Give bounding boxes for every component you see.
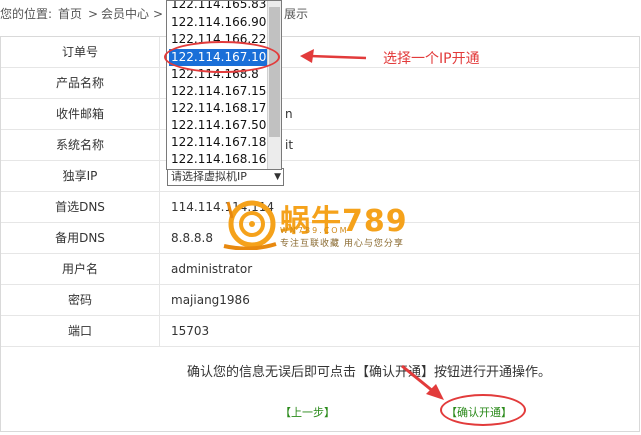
dns2-label: 备用DNS bbox=[1, 223, 160, 253]
ip-option[interactable]: 122.114.166.90 bbox=[171, 14, 267, 31]
user-value: administrator bbox=[171, 262, 253, 276]
system-value: it bbox=[285, 138, 294, 152]
dropdown-scrollbar[interactable] bbox=[267, 1, 281, 169]
ip-option[interactable]: 122.114.168.160 bbox=[171, 151, 274, 168]
ip-label: 独享IP bbox=[1, 161, 160, 191]
ip-select-value: 请选择虚拟机IP bbox=[171, 170, 247, 183]
breadcrumb-page-tail: 展示 bbox=[284, 7, 309, 21]
ip-option[interactable]: 122.114.168.173 bbox=[171, 100, 274, 117]
scrollbar-thumb[interactable] bbox=[269, 7, 280, 137]
user-label: 用户名 bbox=[1, 254, 160, 284]
port-value: 15703 bbox=[171, 324, 210, 338]
row-user: 用户名 administrator bbox=[1, 254, 639, 285]
watermark-logo: 蜗牛789 WN789.COM 专注互联收藏 用心与您分享 bbox=[220, 196, 440, 252]
watermark-domain: WN789.COM bbox=[280, 226, 349, 235]
ip-dropdown-list[interactable]: 122.114.165.83 122.114.166.90 122.114.16… bbox=[166, 0, 282, 170]
ip-option[interactable]: 122.114.165.83 bbox=[171, 1, 267, 13]
snail-icon bbox=[223, 200, 277, 250]
row-port: 端口 15703 bbox=[1, 316, 639, 347]
password-value: majiang1986 bbox=[171, 293, 250, 307]
row-product: 产品名称 bbox=[1, 68, 639, 99]
chevron-down-icon[interactable]: ▼ bbox=[274, 169, 281, 185]
watermark-slogan: 专注互联收藏 用心与您分享 bbox=[280, 239, 404, 249]
confirm-button-highlight-oval bbox=[440, 394, 526, 426]
dns1-label: 首选DNS bbox=[1, 192, 160, 222]
email-value: n bbox=[285, 107, 293, 121]
prev-step-button[interactable]: 【上一步】 bbox=[280, 404, 335, 420]
breadcrumb: 您的位置: 首页 > 会员中心 > 展示 bbox=[0, 0, 641, 28]
system-label: 系统名称 bbox=[1, 130, 160, 160]
order-no-label: 订单号 bbox=[1, 37, 160, 67]
breadcrumb-prefix: 您的位置: bbox=[0, 7, 53, 21]
port-label: 端口 bbox=[1, 316, 160, 346]
annotation-note: 选择一个IP开通 bbox=[383, 51, 480, 67]
ip-option[interactable]: 122.114.167.187 bbox=[171, 134, 274, 151]
row-system: 系统名称 it bbox=[1, 130, 639, 161]
product-label: 产品名称 bbox=[1, 68, 160, 98]
selected-ip-highlight-oval bbox=[164, 41, 280, 73]
arrow-down-right-icon bbox=[401, 364, 444, 400]
ip-option[interactable]: 122.114.167.154 bbox=[171, 83, 274, 100]
arrow-left-icon bbox=[300, 49, 367, 63]
row-email: 收件邮箱 n bbox=[1, 99, 639, 130]
ip-option[interactable]: 122.114.167.50 bbox=[171, 117, 267, 134]
password-label: 密码 bbox=[1, 285, 160, 315]
ip-select[interactable]: 请选择虚拟机IP ▼ bbox=[167, 168, 284, 186]
confirm-hint-text: 确认您的信息无误后即可点击【确认开通】按钮进行开通操作。 bbox=[187, 365, 552, 380]
breadcrumb-home-link[interactable]: 首页 bbox=[58, 0, 82, 28]
row-ip: 独享IP 请选择虚拟机IP ▼ bbox=[1, 161, 639, 192]
email-label: 收件邮箱 bbox=[1, 99, 160, 129]
breadcrumb-separator: > bbox=[88, 7, 99, 21]
breadcrumb-member-link[interactable]: 会员中心 bbox=[101, 0, 149, 28]
dns2-value: 8.8.8.8 bbox=[171, 231, 213, 245]
row-password: 密码 majiang1986 bbox=[1, 285, 639, 316]
breadcrumb-separator: > bbox=[153, 7, 164, 21]
